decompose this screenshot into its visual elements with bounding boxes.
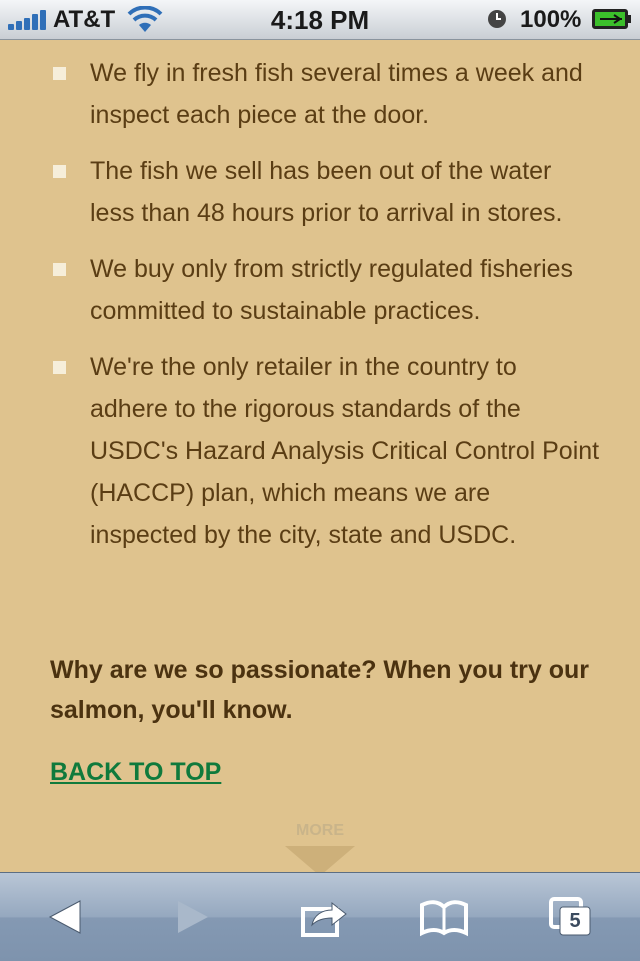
- bullet-text: The fish we sell has been out of the wat…: [90, 157, 563, 227]
- forward-arrow-icon: [178, 901, 208, 933]
- bullet-square-icon: [53, 165, 66, 178]
- passion-statement: Why are we so passionate? When you try o…: [50, 656, 589, 724]
- back-arrow-icon: [48, 900, 81, 934]
- list-item: We buy only from strictly regulated fish…: [0, 248, 640, 332]
- bookmarks-button[interactable]: [418, 895, 470, 939]
- tab-count: 5: [569, 910, 581, 932]
- more-label: MORE: [296, 822, 344, 839]
- status-bar: AT&T 4:18 PM 100%: [0, 0, 640, 40]
- back-to-top-link[interactable]: BACK TO TOP: [50, 758, 221, 787]
- browser-toolbar: 5: [0, 872, 640, 961]
- tabs-button[interactable]: 5: [548, 895, 594, 939]
- alarm-clock-icon: [488, 10, 506, 28]
- share-button[interactable]: [300, 895, 350, 939]
- fish-quality-list: We fly in fresh fish several times a wee…: [0, 52, 640, 570]
- list-item: We fly in fresh fish several times a wee…: [0, 52, 640, 136]
- list-item: The fish we sell has been out of the wat…: [0, 150, 640, 234]
- battery-icon: [592, 9, 631, 29]
- bullet-square-icon: [53, 361, 66, 374]
- share-icon: [301, 901, 347, 937]
- back-button[interactable]: [44, 895, 88, 939]
- bullet-text: We're the only retailer in the country t…: [90, 353, 600, 549]
- bullet-text: We buy only from strictly regulated fish…: [90, 255, 574, 325]
- book-icon: [420, 900, 468, 937]
- bullet-text: We fly in fresh fish several times a wee…: [90, 59, 583, 129]
- bullet-square-icon: [53, 263, 66, 276]
- forward-button[interactable]: [170, 895, 214, 939]
- list-item: We're the only retailer in the country t…: [0, 346, 640, 556]
- more-button[interactable]: MORE: [280, 820, 360, 878]
- bullet-square-icon: [53, 67, 66, 80]
- battery-percentage: 100%: [520, 6, 582, 33]
